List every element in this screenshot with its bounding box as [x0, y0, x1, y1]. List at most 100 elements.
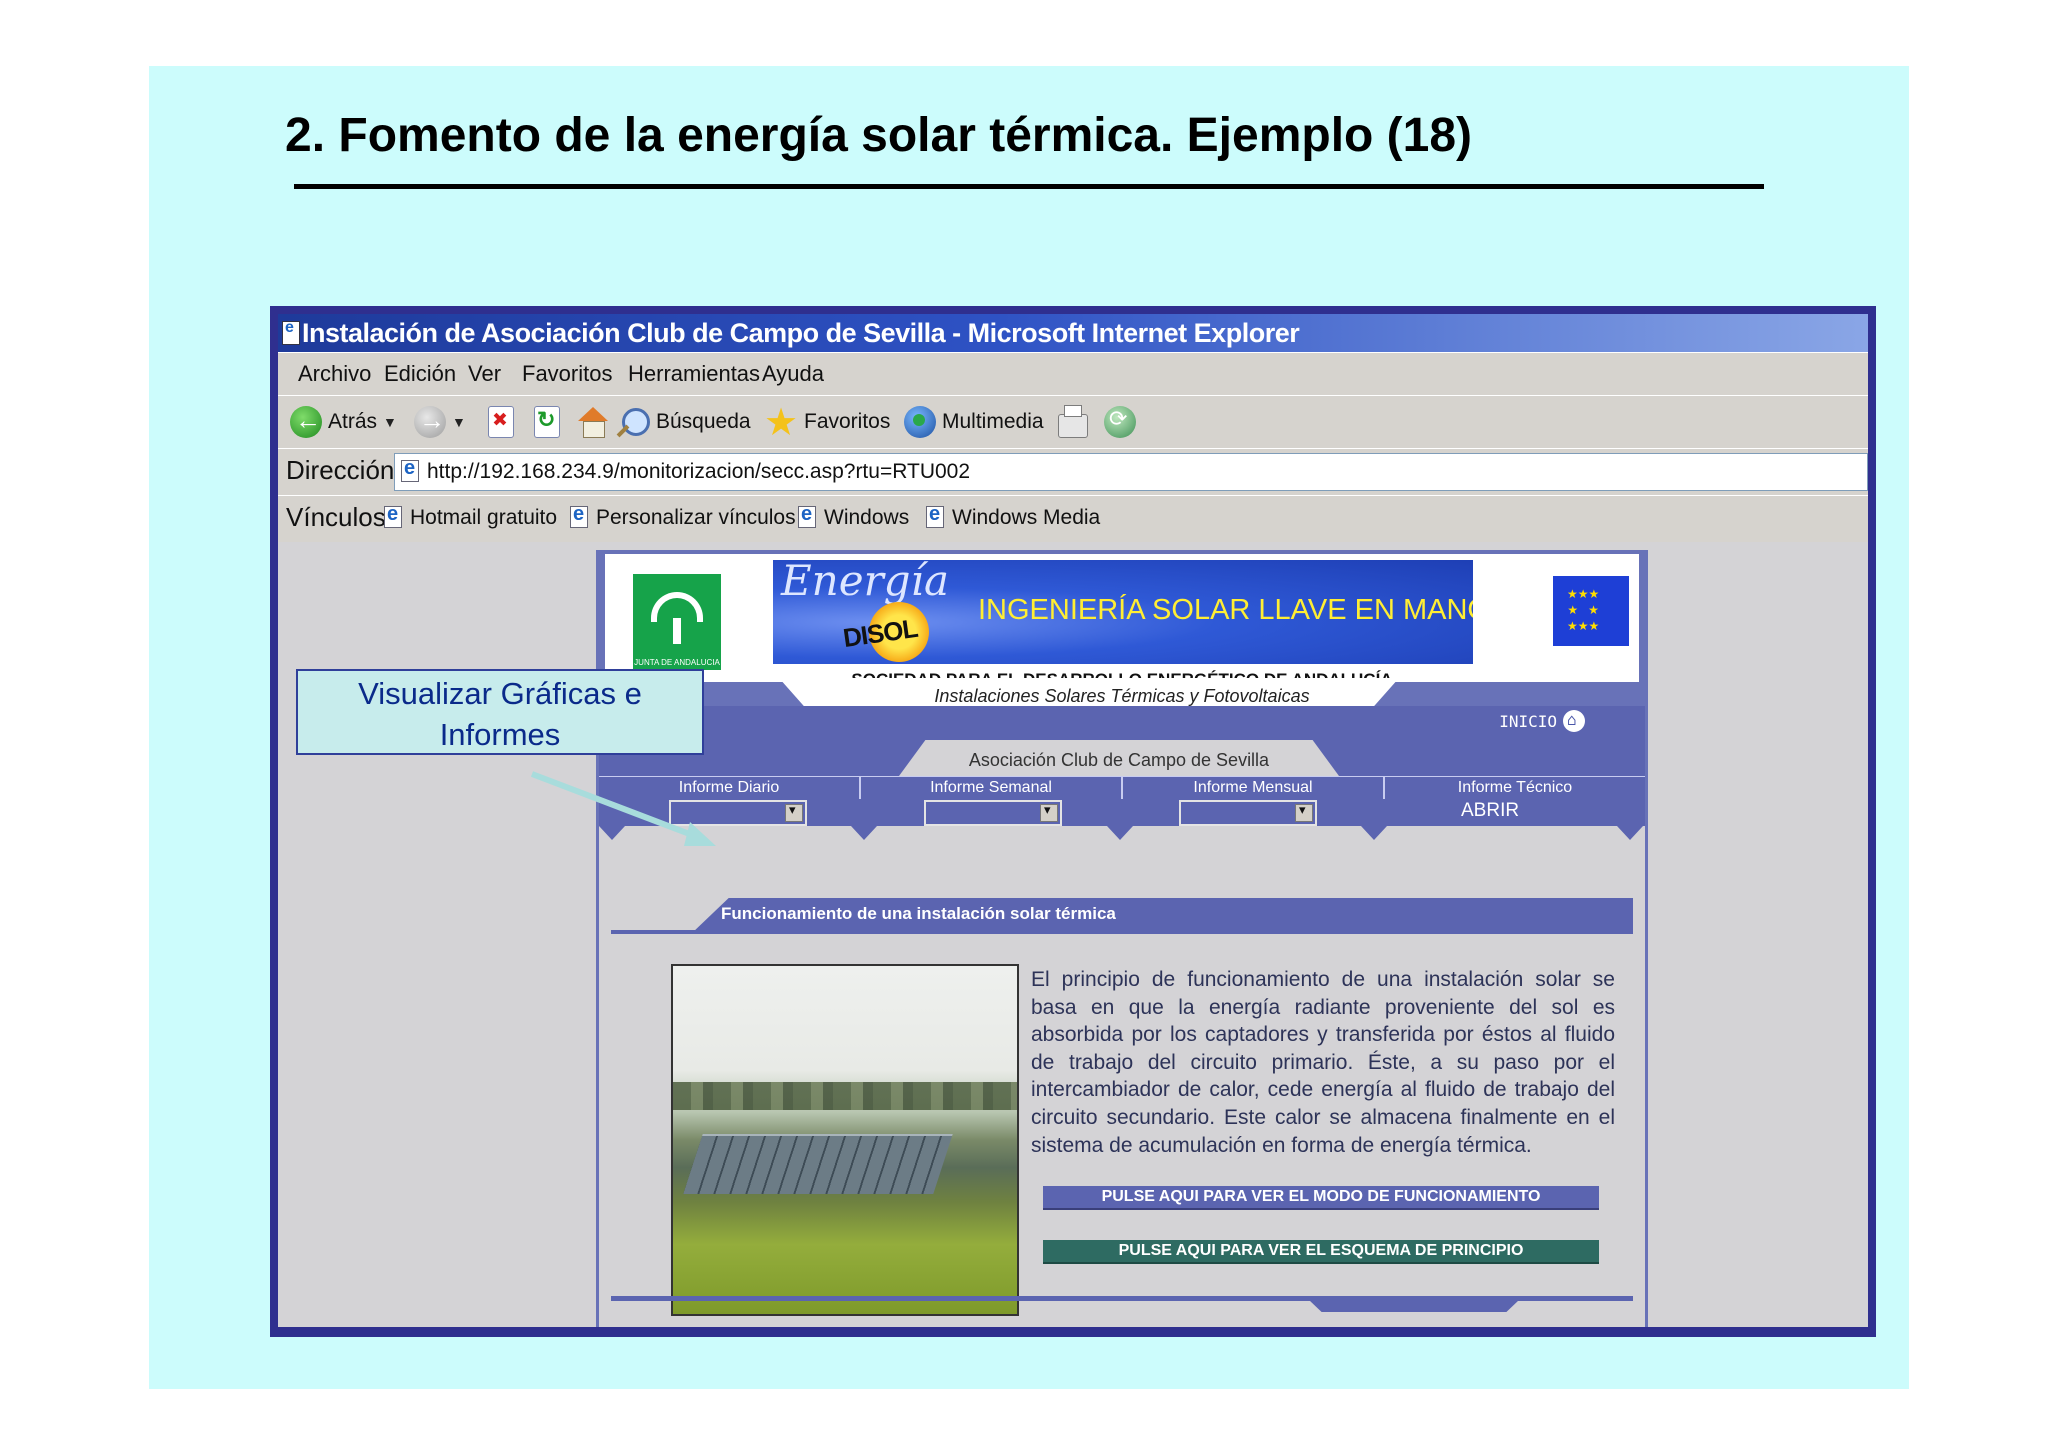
eu-flag-icon [1553, 576, 1629, 646]
search-label: Búsqueda [656, 410, 751, 433]
web-content-area[interactable]: JUNTA DE ANDALUCIA Energía DISOL INGENIE… [278, 542, 1868, 1327]
menu-ayuda[interactable]: Ayuda [762, 361, 824, 387]
ie-app-icon[interactable] [282, 319, 300, 345]
open-technical-report-link[interactable]: ABRIR [1461, 800, 1519, 822]
nav-divider [851, 826, 877, 840]
link-label: Windows [824, 506, 910, 529]
report-headers: Informe Diario Informe Semanal Informe M… [599, 776, 1645, 799]
home-button[interactable] [576, 404, 610, 440]
search-icon [622, 408, 650, 436]
links-bar: Vínculos Hotmail gratuito Personalizar v… [278, 495, 1868, 543]
monthly-report-select[interactable] [1179, 800, 1317, 826]
window-titlebar[interactable]: Instalación de Asociación Club de Campo … [278, 314, 1868, 352]
link-hotmail[interactable]: Hotmail gratuito [384, 503, 558, 530]
home-link[interactable]: INICIO [1499, 710, 1585, 732]
page-icon [926, 503, 946, 530]
nav-divider [1107, 826, 1133, 840]
menu-favoritos[interactable]: Favoritos [522, 361, 612, 387]
ie-window: Instalación de Asociación Club de Campo … [270, 306, 1876, 1337]
chevron-down-icon[interactable] [1040, 802, 1058, 822]
search-button[interactable]: Búsqueda [622, 404, 751, 440]
header-banner: JUNTA DE ANDALUCIA Energía DISOL INGENIE… [605, 554, 1639, 689]
print-button[interactable] [1058, 404, 1088, 440]
refresh-button[interactable] [534, 404, 560, 440]
address-input[interactable]: http://192.168.234.9/monitorizacion/secc… [394, 453, 1868, 491]
window-title: Instalación de Asociación Club de Campo … [302, 318, 1300, 348]
solar-installation-photo [671, 964, 1019, 1316]
disol-banner: Energía DISOL INGENIERÍA SOLAR LLAVE EN … [773, 560, 1473, 664]
address-bar: Dirección http://192.168.234.9/monitoriz… [278, 448, 1868, 496]
back-dropdown-icon[interactable]: ▼ [383, 414, 397, 430]
page-icon [401, 457, 421, 484]
menu-herramientas[interactable]: Herramientas [628, 361, 760, 387]
section-title: Funcionamiento de una instalación solar … [721, 904, 1116, 923]
weekly-report-select[interactable] [924, 800, 1062, 826]
energia-wordmark: Energía [781, 560, 949, 605]
club-tab[interactable]: Asociación Club de Campo de Sevilla [899, 740, 1339, 776]
link-label: Hotmail gratuito [410, 506, 558, 529]
photo-solar-panels [683, 1134, 953, 1194]
back-label: Atrás [328, 410, 378, 433]
home-icon [576, 405, 610, 439]
stop-icon [488, 406, 514, 438]
link-label: Personalizar vínculos [596, 506, 796, 529]
report-header-daily: Informe Diario [599, 777, 861, 799]
installations-subtitle: Instalaciones Solares Térmicas y Fotovol… [934, 686, 1310, 706]
link-personalizar[interactable]: Personalizar vínculos [570, 503, 796, 530]
address-url[interactable]: http://192.168.234.9/monitorizacion/secc… [427, 460, 970, 484]
report-header-weekly: Informe Semanal [861, 777, 1123, 799]
photo-tree-line [673, 1082, 1017, 1110]
media-label: Multimedia [942, 410, 1044, 433]
link-windows[interactable]: Windows [798, 503, 910, 530]
standard-toolbar: Atrás ▼ ▼ Búsqueda Favoritos [278, 395, 1868, 449]
home-link-label: INICIO [1499, 711, 1557, 731]
printer-icon [1058, 405, 1088, 438]
section-header: Funcionamiento de una instalación solar … [611, 898, 1633, 934]
forward-dropdown-icon[interactable]: ▼ [452, 414, 466, 430]
menu-ver[interactable]: Ver [468, 361, 501, 387]
slide-title: 2. Fomento de la energía solar térmica. … [285, 109, 1473, 162]
link-label: Windows Media [952, 506, 1101, 529]
nav-divider [599, 826, 625, 840]
nav-divider [1617, 826, 1643, 840]
messenger-icon [1104, 406, 1136, 438]
forward-button[interactable]: ▼ [414, 404, 466, 440]
menu-edicion[interactable]: Edición [384, 361, 456, 387]
stop-button[interactable] [488, 404, 514, 440]
home-icon [1563, 710, 1585, 732]
chevron-down-icon[interactable] [785, 802, 803, 822]
banner-slogan: INGENIERÍA SOLAR LLAVE EN MANO [978, 594, 1473, 626]
view-operation-mode-button[interactable]: PULSE AQUI PARA VER EL MODO DE FUNCIONAM… [1043, 1186, 1599, 1210]
menu-bar: Archivo Edición Ver Favoritos Herramient… [278, 352, 1868, 396]
view-principle-scheme-button[interactable]: PULSE AQUI PARA VER EL ESQUEMA DE PRINCI… [1043, 1240, 1599, 1264]
description-text: El principio de funcionamiento de una in… [1031, 968, 1615, 1157]
report-controls: ABRIR [599, 800, 1645, 826]
favorites-button[interactable]: Favoritos [764, 400, 891, 445]
daily-report-select[interactable] [669, 800, 807, 826]
callout-box: Visualizar Gráficas e Informes [296, 669, 704, 755]
messenger-button[interactable] [1104, 404, 1136, 440]
junta-andalucia-logo [633, 574, 721, 670]
back-button[interactable]: Atrás ▼ [290, 404, 397, 440]
links-label: Vínculos [286, 502, 386, 532]
star-icon [764, 400, 798, 445]
media-globe-icon [904, 406, 936, 438]
link-windows-media[interactable]: Windows Media [926, 503, 1101, 530]
forward-arrow-icon [414, 405, 446, 438]
report-header-monthly: Informe Mensual [1123, 777, 1385, 799]
chevron-down-icon[interactable] [1295, 802, 1313, 822]
page-icon [570, 503, 590, 530]
address-label: Dirección [286, 455, 395, 485]
page-icon [384, 503, 404, 530]
refresh-icon [534, 406, 560, 438]
favorites-label: Favoritos [804, 410, 891, 433]
media-button[interactable]: Multimedia [904, 404, 1044, 440]
title-underline [294, 184, 1764, 189]
nav-divider [1361, 826, 1387, 840]
page-icon [798, 503, 818, 530]
report-header-technical: Informe Técnico [1457, 779, 1573, 796]
web-page: JUNTA DE ANDALUCIA Energía DISOL INGENIE… [596, 550, 1648, 1327]
menu-archivo[interactable]: Archivo [298, 361, 371, 387]
ie-window-body: Instalación de Asociación Club de Campo … [278, 314, 1868, 1327]
footer-tab [1309, 1300, 1519, 1312]
